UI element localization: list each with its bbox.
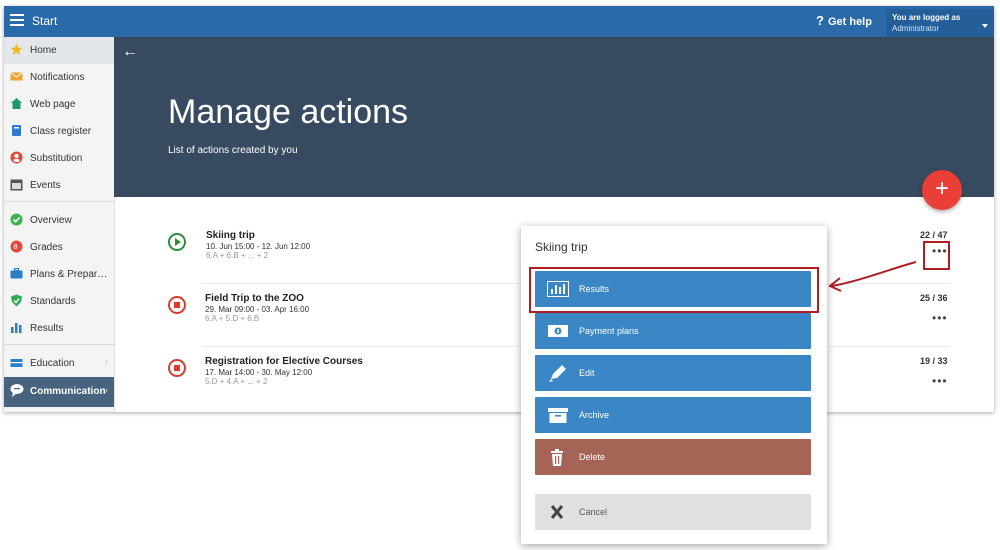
action-dates: 17. Mar 14:00 - 30. May 12:00 [205,368,313,377]
pointer-arrow-icon [828,261,917,292]
get-help-label: Get help [827,16,872,28]
question-icon: ? [816,13,824,28]
edit-button[interactable]: Edit [535,355,811,391]
stopped-status-icon [168,296,186,314]
page-subtitle: List of actions created by you [168,145,298,156]
cancel-button-label: Cancel [579,507,608,517]
close-icon [547,504,567,520]
house-icon [10,97,23,110]
grades-icon: 8 [10,240,23,253]
sidebar-item-standards[interactable]: Standards [4,288,114,315]
cancel-button[interactable]: Cancel [535,494,811,530]
sidebar-item-label: Substitution [30,153,83,164]
sidebar-item-label: Overview [30,215,72,226]
sidebar-item-label: Class register [30,126,92,137]
sidebar-item-education[interactable]: Education › [4,350,114,377]
sidebar-item-plans[interactable]: Plans & Prepar… [4,261,114,288]
chevron-right-icon: › [104,385,108,396]
sidebar-item-home[interactable]: Home [4,37,114,64]
sidebar-item-label: Home [30,45,57,56]
book-icon [10,124,23,137]
login-dropdown[interactable]: You are logged as Administrator [886,9,994,37]
stopped-status-icon [168,359,186,377]
calendar-icon [10,178,23,191]
trash-icon [547,449,567,466]
archive-box-icon [547,407,568,423]
more-options-icon[interactable]: ••• [932,374,948,388]
payment-plans-button[interactable]: Payment plans [535,313,811,349]
action-title: Skiing trip [206,230,255,241]
sidebar-item-class-register[interactable]: Class register [4,118,114,145]
education-icon [10,356,23,369]
sidebar-item-notifications[interactable]: Notifications [4,64,114,91]
more-options-highlight [923,241,950,270]
sidebar-item-label: Communication [30,386,106,397]
delete-button-label: Delete [579,452,606,462]
add-action-button[interactable]: + [922,170,962,210]
pencil-icon [547,365,567,382]
page-header: ← Manage actions List of actions created… [114,37,994,197]
action-title: Field Trip to the ZOO [205,293,304,304]
sidebar-item-results[interactable]: Results [4,315,114,342]
running-status-icon [168,233,186,251]
menu-icon[interactable] [10,14,24,26]
action-dates: 10. Jun 15:00 - 12. Jun 12:00 [206,242,311,251]
action-dates: 29. Mar 09:00 - 03. Apr 16:00 [205,305,310,314]
back-arrow-icon[interactable]: ← [122,43,138,61]
action-classes: 5.D + 4.A + ... + 2 [205,377,268,386]
sidebar-item-label: Standards [30,296,76,307]
briefcase-icon [10,267,23,280]
check-circle-icon [10,213,23,226]
action-count: 19 / 33 [920,356,948,366]
action-classes: 6.A + 6.B + ... + 2 [206,251,269,260]
sidebar-item-overview[interactable]: Overview [4,207,114,234]
sidebar-item-label: Events [30,180,61,191]
envelope-icon [10,70,23,83]
start-link[interactable]: Start [32,14,57,28]
sidebar-divider [4,201,114,202]
sidebar-item-events[interactable]: Events [4,172,114,199]
action-classes: 6.A + 5.D + 6.B [205,314,260,323]
star-icon [10,43,23,56]
sidebar-item-label: Notifications [30,72,85,83]
sidebar-item-web-page[interactable]: Web page [4,91,114,118]
sidebar-item-communication[interactable]: Communication › [4,377,114,407]
delete-button[interactable]: Delete [535,439,811,475]
banknote-icon [547,323,568,339]
sidebar-item-label: Results [30,323,64,334]
sidebar-item-label: Web page [30,99,76,110]
sidebar-divider [4,344,114,345]
page-title: Manage actions [168,93,409,131]
results-highlight [529,267,819,313]
sidebar-item-substitution[interactable]: Substitution [4,145,114,172]
edit-button-label: Edit [579,368,595,378]
chat-icon [10,383,26,399]
action-title: Registration for Elective Courses [205,356,363,367]
action-count: 22 / 47 [920,230,948,240]
archive-button-label: Archive [579,410,610,420]
chevron-down-icon [982,24,988,28]
chevron-right-icon: › [104,357,108,368]
get-help-link[interactable]: ? Get help [816,13,872,28]
more-options-icon[interactable]: ••• [932,311,948,325]
archive-button[interactable]: Archive [535,397,811,433]
top-bar: Start ? Get help You are logged as Admini… [4,6,994,37]
payment-plans-button-label: Payment plans [579,326,639,336]
sidebar-item-label: Plans & Prepar… [30,269,108,280]
sidebar-item-label: Education [30,358,75,369]
bar-chart-icon [10,321,23,334]
sidebar: Home Notifications Web page Class regist… [4,37,115,412]
login-user: Administrator [892,24,940,33]
login-caption: You are logged as [892,13,961,22]
sidebar-item-label: Grades [30,242,63,253]
svg-text:8: 8 [13,243,17,251]
action-count: 25 / 36 [920,293,948,303]
dialog-title: Skiing trip [535,240,588,254]
shield-icon [10,294,23,307]
user-icon [10,151,23,164]
sidebar-item-grades[interactable]: 8 Grades [4,234,114,261]
